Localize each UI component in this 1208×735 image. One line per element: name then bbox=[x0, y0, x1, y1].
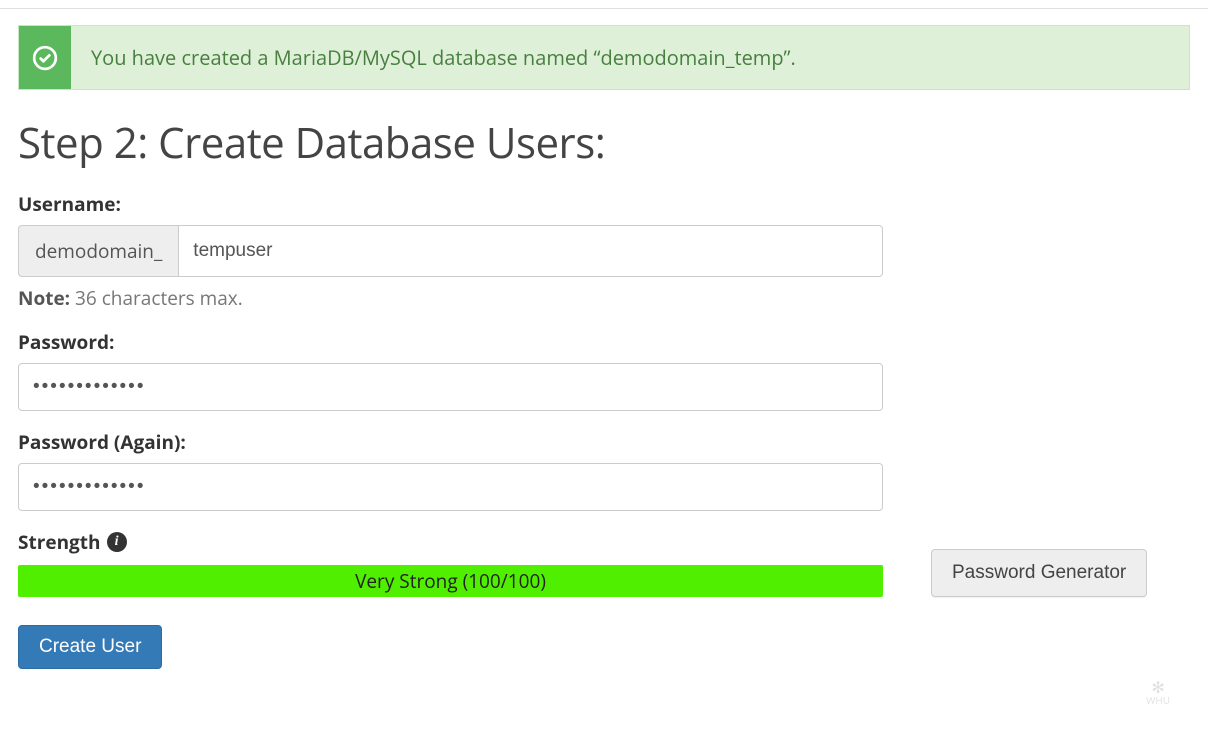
username-prefix: demodomain_ bbox=[18, 225, 178, 277]
watermark: ✻ WHU bbox=[1146, 679, 1170, 705]
username-label: Username: bbox=[18, 191, 1190, 217]
success-alert: You have created a MariaDB/MySQL databas… bbox=[18, 25, 1190, 90]
create-user-button[interactable]: Create User bbox=[18, 625, 162, 669]
username-input[interactable] bbox=[178, 225, 883, 277]
success-alert-text: You have created a MariaDB/MySQL databas… bbox=[71, 26, 816, 89]
info-icon[interactable]: i bbox=[107, 532, 127, 552]
page-title: Step 2: Create Database Users: bbox=[18, 114, 1190, 171]
password-generator-button[interactable]: Password Generator bbox=[931, 549, 1147, 597]
strength-bar: Very Strong (100/100) bbox=[18, 565, 883, 597]
username-note-text: 36 characters max. bbox=[70, 285, 243, 311]
password-label: Password: bbox=[18, 329, 1190, 355]
password-input[interactable] bbox=[18, 363, 883, 411]
username-note-label: Note: bbox=[18, 285, 70, 311]
watermark-label: WHU bbox=[1146, 693, 1170, 707]
username-note: Note: 36 characters max. bbox=[18, 285, 1190, 311]
strength-label-text: Strength bbox=[18, 529, 101, 555]
password-again-label: Password (Again): bbox=[18, 429, 1190, 455]
strength-bar-text: Very Strong (100/100) bbox=[355, 568, 546, 594]
strength-label: Strength i bbox=[18, 529, 883, 555]
check-circle-icon bbox=[19, 26, 71, 89]
password-again-input[interactable] bbox=[18, 463, 883, 511]
